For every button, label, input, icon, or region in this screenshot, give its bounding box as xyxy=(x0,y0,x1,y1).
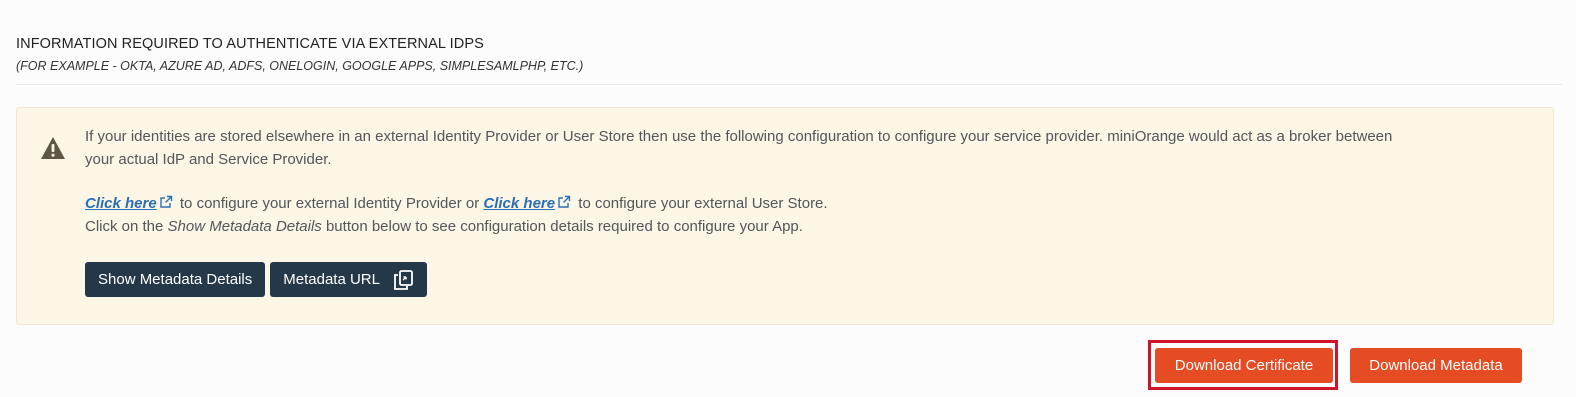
metadata-hint-emphasis: Show Metadata Details xyxy=(167,217,322,235)
download-metadata-label: Download Metadata xyxy=(1369,357,1503,374)
info-paragraph: If your identities are stored elsewhere … xyxy=(85,128,1393,168)
external-link-icon xyxy=(160,195,172,208)
configure-idp-text: to configure your external Identity Prov… xyxy=(179,195,480,212)
info-box: If your identities are stored elsewhere … xyxy=(16,107,1554,325)
section-title: INFORMATION REQUIRED TO AUTHENTICATE VIA… xyxy=(16,36,484,52)
copy-icon xyxy=(394,269,413,290)
download-certificate-button[interactable]: Download Certificate xyxy=(1155,348,1333,383)
metadata-url-button[interactable]: Metadata URL xyxy=(270,262,427,297)
download-certificate-label: Download Certificate xyxy=(1174,357,1314,374)
section-subtitle: (FOR EXAMPLE - OKTA, AZURE AD, ADFS, ONE… xyxy=(16,59,584,73)
divider xyxy=(16,84,1562,85)
metadata-url-label: Metadata URL xyxy=(283,271,380,288)
configure-userstore-link[interactable]: Click here xyxy=(483,195,555,212)
show-metadata-details-button[interactable]: Show Metadata Details xyxy=(85,262,266,297)
external-link-icon xyxy=(558,195,571,208)
configure-links-line: Click here to configure your external Id… xyxy=(85,193,1405,216)
metadata-hint-line: Click on the Show Metadata Details butto… xyxy=(85,216,1405,239)
show-metadata-details-label: Show Metadata Details xyxy=(98,271,253,288)
metadata-hint-prefix: Click on the xyxy=(85,217,164,235)
download-metadata-button[interactable]: Download Metadata xyxy=(1350,348,1522,383)
metadata-button-row: Show Metadata Details Metadata URL xyxy=(85,262,427,297)
configure-idp-link[interactable]: Click here xyxy=(85,195,157,212)
warning-triangle-icon xyxy=(41,137,65,159)
metadata-hint-suffix: button below to see configuration detail… xyxy=(325,217,803,235)
configure-userstore-text: to configure your external User Store. xyxy=(578,195,828,212)
info-text: If your identities are stored elsewhere … xyxy=(85,126,1405,238)
